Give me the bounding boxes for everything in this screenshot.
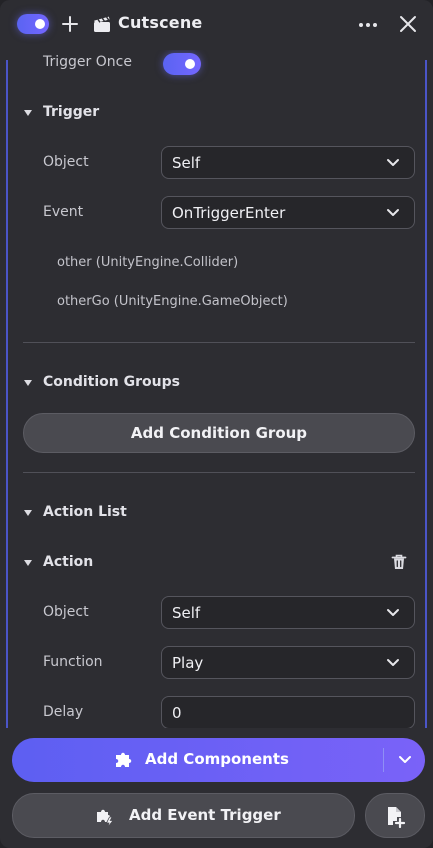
action-heading: Action bbox=[43, 554, 94, 570]
action-list-collapse-icon[interactable] bbox=[23, 509, 33, 517]
trigger-object-label: Object bbox=[43, 154, 89, 170]
trigger-object-dropdown[interactable]: Self bbox=[161, 146, 415, 179]
panel-title: Cutscene bbox=[118, 13, 203, 32]
action-list-heading: Action List bbox=[43, 504, 127, 520]
more-icon[interactable] bbox=[356, 13, 380, 37]
section-divider bbox=[23, 472, 415, 473]
trigger-once-toggle[interactable] bbox=[163, 53, 201, 75]
add-condition-group-button[interactable]: Add Condition Group bbox=[23, 413, 415, 453]
panel-header: Cutscene bbox=[0, 0, 433, 50]
inspector-content[interactable]: Trigger Once Trigger Object Self Event O… bbox=[0, 50, 433, 728]
action-collapse-icon[interactable] bbox=[23, 559, 33, 567]
section-accent-line-left bbox=[6, 60, 8, 728]
add-components-button[interactable]: Add Components bbox=[12, 738, 425, 782]
clapperboard-icon bbox=[94, 16, 110, 32]
add-components-dropdown-button[interactable] bbox=[384, 738, 425, 782]
action-function-label: Function bbox=[43, 654, 103, 670]
trigger-object-value: Self bbox=[172, 154, 201, 172]
trigger-collapse-icon[interactable] bbox=[23, 109, 33, 117]
section-accent-line-right bbox=[425, 60, 427, 728]
action-object-value: Self bbox=[172, 604, 201, 622]
component-enabled-toggle[interactable] bbox=[17, 14, 49, 34]
add-event-trigger-button[interactable]: Add Event Trigger bbox=[12, 793, 355, 838]
event-param: other (UnityEngine.Collider) bbox=[57, 255, 239, 270]
action-delay-field[interactable]: 0 bbox=[161, 696, 415, 728]
action-function-dropdown[interactable]: Play bbox=[161, 646, 415, 679]
trash-icon[interactable] bbox=[390, 553, 408, 571]
action-object-label: Object bbox=[43, 604, 89, 620]
chevron-down-icon bbox=[387, 159, 399, 166]
trigger-event-dropdown[interactable]: OnTriggerEnter bbox=[161, 196, 415, 229]
action-object-dropdown[interactable]: Self bbox=[161, 596, 415, 629]
close-icon[interactable] bbox=[397, 13, 419, 35]
trigger-event-label: Event bbox=[43, 204, 84, 220]
trigger-once-label: Trigger Once bbox=[43, 54, 132, 70]
trigger-heading: Trigger bbox=[43, 104, 100, 120]
action-delay-value: 0 bbox=[172, 704, 182, 722]
cutscene-panel: Cutscene Trigger Once Trigger Object Sel… bbox=[0, 0, 433, 848]
chevron-down-icon bbox=[387, 659, 399, 666]
action-function-value: Play bbox=[172, 654, 204, 672]
event-param: otherGo (UnityEngine.GameObject) bbox=[57, 294, 288, 309]
add-file-button[interactable] bbox=[365, 793, 425, 838]
chevron-down-icon bbox=[399, 756, 411, 763]
condition-groups-heading: Condition Groups bbox=[43, 374, 180, 390]
event-trigger-icon bbox=[97, 809, 114, 828]
chevron-down-icon bbox=[387, 209, 399, 216]
action-delay-label: Delay bbox=[43, 704, 84, 720]
chevron-down-icon bbox=[387, 609, 399, 616]
condition-groups-collapse-icon[interactable] bbox=[23, 379, 33, 387]
puzzle-icon bbox=[116, 752, 132, 767]
plus-icon[interactable] bbox=[60, 12, 80, 36]
add-event-trigger-label: Add Event Trigger bbox=[129, 806, 281, 824]
file-add-icon bbox=[388, 807, 406, 828]
add-components-label: Add Components bbox=[145, 750, 289, 768]
section-divider bbox=[23, 342, 415, 343]
trigger-event-value: OnTriggerEnter bbox=[172, 204, 286, 222]
